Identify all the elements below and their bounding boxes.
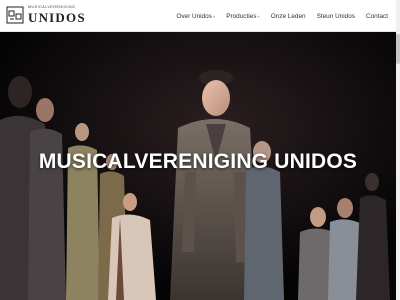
- nav-item-label: Over Unidos: [176, 12, 212, 20]
- nav-item-label: Contact: [365, 12, 388, 20]
- main-nav: Over Unidos ˅ Producties ˅ Onze Leden St…: [176, 0, 388, 32]
- chevron-down-icon: ˅: [257, 13, 260, 19]
- nav-item-contact[interactable]: Contact: [366, 13, 388, 20]
- hero-title: MUSICALVERENIGING UNIDOS: [38, 150, 358, 173]
- logo-text: Musicalvereniging UNIDOS: [28, 6, 86, 24]
- nav-item-producties[interactable]: Producties ˅: [226, 13, 260, 20]
- hero-banner: MUSICALVERENIGING UNIDOS: [0, 32, 396, 300]
- logo[interactable]: Musicalvereniging UNIDOS: [6, 6, 86, 24]
- scrollbar-thumb[interactable]: [396, 34, 400, 64]
- site-header: Musicalvereniging UNIDOS Over Unidos ˅ P…: [0, 0, 400, 32]
- page: Musicalvereniging UNIDOS Over Unidos ˅ P…: [0, 0, 400, 300]
- nav-item-steun-unidos[interactable]: Steun Unidos: [317, 13, 355, 20]
- logo-icon: [6, 6, 24, 24]
- logo-name: UNIDOS: [28, 9, 86, 25]
- nav-item-label: Producties: [226, 12, 257, 20]
- nav-item-onze-leden[interactable]: Onze Leden: [271, 13, 306, 20]
- nav-item-over-unidos[interactable]: Over Unidos ˅: [176, 13, 215, 20]
- nav-item-label: Onze Leden: [270, 12, 306, 20]
- nav-item-label: Steun Unidos: [316, 12, 355, 20]
- page-scrollbar[interactable]: [396, 0, 400, 300]
- chevron-down-icon: ˅: [212, 13, 216, 19]
